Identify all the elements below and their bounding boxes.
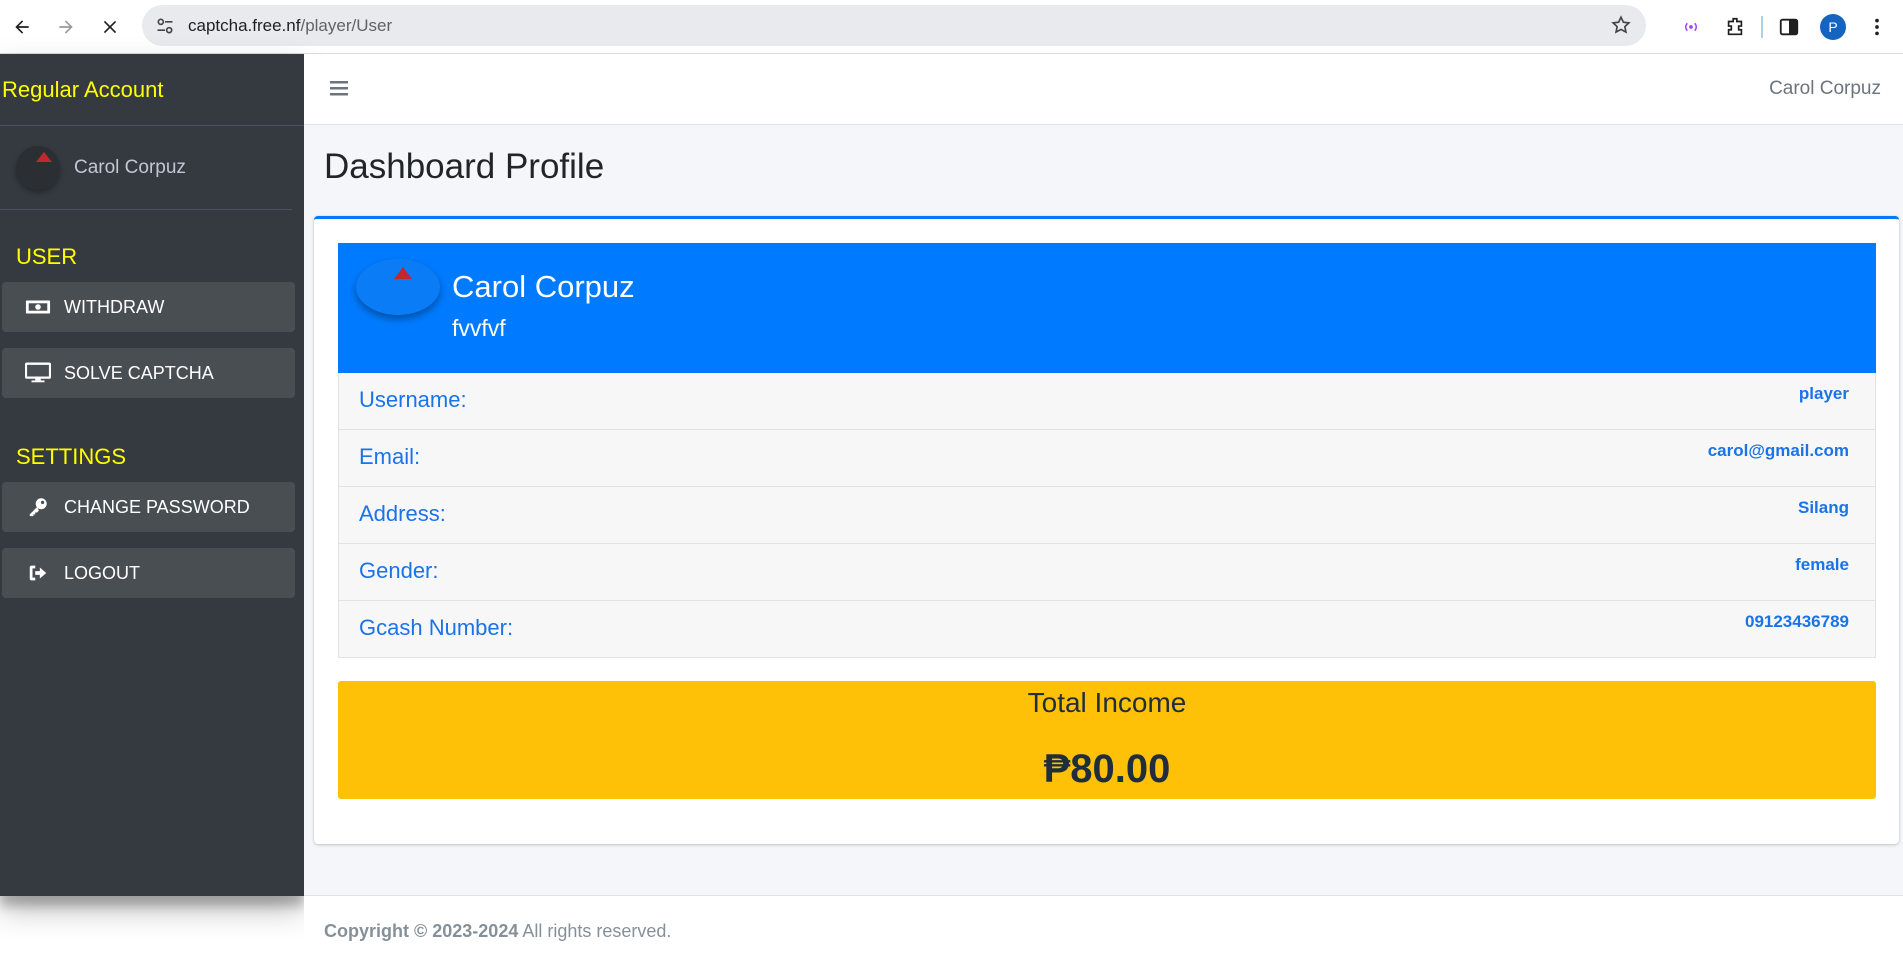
arrow-right-icon: [59, 19, 73, 34]
extensions-puzzle-icon[interactable]: [1717, 9, 1753, 45]
info-value: Silang: [1797, 498, 1849, 517]
site-settings-icon[interactable]: [154, 15, 176, 37]
profile-name: Carol Corpuz: [452, 269, 635, 304]
user-panel[interactable]: Carol Corpuz: [0, 126, 292, 210]
rights-text: All rights reserved.: [518, 921, 672, 941]
address-bar[interactable]: captcha.free.nf/player/User: [142, 5, 1646, 46]
info-label: Address:: [359, 501, 446, 526]
profile-header: Carol Corpuz fvvfvf: [338, 243, 1876, 373]
list-item: Gender: female: [338, 544, 1876, 601]
avatar: [16, 145, 60, 190]
info-label: Gcash Number:: [359, 615, 514, 640]
profile-info-list: Username: player Email: carol@gmail.com …: [338, 373, 1876, 658]
list-item: Email: carol@gmail.com: [338, 430, 1876, 487]
footer-text: Copyright © 2023-2024 All rights reserve…: [324, 921, 671, 942]
income-amount: ₱80.00: [1043, 747, 1171, 791]
footer: Copyright © 2023-2024 All rights reserve…: [304, 895, 1903, 964]
list-item: Gcash Number: 09123436789: [338, 601, 1876, 658]
sidebar: Regular Account Carol Corpuz USER WITHDR…: [0, 54, 304, 896]
cast-icon[interactable]: [1673, 9, 1709, 45]
profile-subtitle: fvvfvf: [452, 315, 506, 341]
profile-avatar: P: [1820, 14, 1846, 40]
key-icon: [24, 496, 52, 518]
info-label: Username:: [359, 387, 467, 412]
back-button[interactable]: [0, 5, 44, 49]
list-item: Address: Silang: [338, 487, 1876, 544]
list-item: Username: player: [338, 373, 1876, 430]
profile-avatar: [356, 259, 440, 315]
stop-loading-button[interactable]: [88, 5, 132, 49]
nav-header-user: USER: [16, 244, 78, 269]
money-bill-icon: [24, 296, 52, 318]
forward-button[interactable]: [44, 5, 88, 49]
sidebar-item-label: CHANGE PASSWORD: [64, 496, 250, 517]
info-value: 09123436789: [1744, 612, 1849, 631]
desktop-icon: [24, 362, 52, 384]
close-icon: [103, 20, 117, 33]
sidebar-item-label: SOLVE CAPTCHA: [64, 362, 214, 383]
content-wrapper: Dashboard Profile Carol Corpuz fvvfvf Us…: [304, 125, 1903, 895]
url-host: captcha.free.nf: [188, 15, 301, 35]
extensions-area: P: [1673, 0, 1903, 54]
sidebar-item-solve-captcha[interactable]: SOLVE CAPTCHA: [2, 348, 295, 398]
header-user-name[interactable]: Carol Corpuz: [1769, 78, 1881, 100]
sidebar-item-logout[interactable]: LOGOUT: [2, 548, 295, 598]
kebab-menu-icon[interactable]: [1859, 9, 1895, 45]
profile-button[interactable]: P: [1815, 9, 1851, 45]
total-income-box: Total Income ₱80.00: [338, 681, 1876, 799]
info-value: female: [1795, 555, 1849, 574]
toolbar-divider: [1761, 16, 1763, 38]
info-label: Email:: [359, 444, 421, 469]
info-value: player: [1798, 384, 1849, 403]
bookmark-star-icon[interactable]: [1610, 14, 1632, 36]
sidebar-item-withdraw[interactable]: WITHDRAW: [2, 282, 295, 332]
browser-toolbar: captcha.free.nf/player/User P: [0, 0, 1903, 54]
page-title: Dashboard Profile: [324, 147, 605, 186]
info-label: Gender:: [359, 558, 439, 583]
sign-out-icon: [24, 562, 52, 584]
side-panel-icon[interactable]: [1771, 9, 1807, 45]
sidebar-item-label: LOGOUT: [64, 562, 141, 583]
arrow-left-icon: [15, 19, 29, 34]
brand-text: Regular Account: [2, 76, 164, 102]
info-value: carol@gmail.com: [1707, 441, 1849, 460]
sidebar-item-label: WITHDRAW: [64, 296, 165, 317]
brand-link[interactable]: Regular Account: [0, 54, 304, 126]
url-text: captcha.free.nf/player/User: [188, 16, 392, 36]
copyright-text: Copyright © 2023-2024: [324, 921, 519, 941]
hamburger-menu-icon[interactable]: [330, 78, 352, 98]
sidebar-item-change-password[interactable]: CHANGE PASSWORD: [2, 482, 295, 532]
profile-card: Carol Corpuz fvvfvf Username: player Ema…: [314, 216, 1899, 844]
income-title: Total Income: [1027, 687, 1187, 718]
nav-header-settings: SETTINGS: [16, 444, 127, 469]
top-navbar: Carol Corpuz: [304, 54, 1903, 125]
sidebar-user-name: Carol Corpuz: [74, 156, 186, 178]
url-path: /player/User: [300, 15, 393, 35]
